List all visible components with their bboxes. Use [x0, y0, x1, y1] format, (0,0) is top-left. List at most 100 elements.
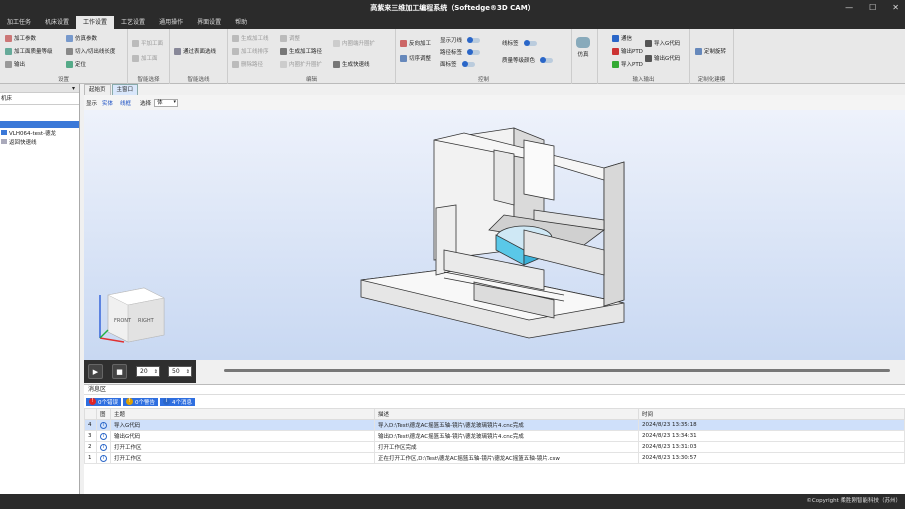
- stop-button[interactable]: ■: [112, 364, 127, 379]
- errors-filter[interactable]: ! 0个错误: [86, 397, 121, 406]
- speed-spinner[interactable]: 20: [136, 366, 160, 377]
- import-ptd-button[interactable]: 导入PTD: [612, 60, 643, 68]
- rapid-line-icon: [1, 139, 7, 144]
- group-label: 输入输出: [632, 77, 655, 83]
- machine-model: [360, 127, 625, 339]
- col-desc[interactable]: 描述: [374, 408, 639, 420]
- tree-item-machine[interactable]: VLH064-test-德龙: [0, 128, 79, 137]
- table-header: 图 主题 描述 时间: [84, 408, 905, 420]
- inner-loop-b-button[interactable]: 内圈扩升圈扩: [280, 60, 322, 68]
- simulate-icon: [576, 37, 590, 48]
- comm-button[interactable]: 通信: [612, 34, 632, 42]
- machining-params-button[interactable]: 加工参数: [5, 34, 36, 42]
- reverse-button[interactable]: 反向加工: [400, 39, 431, 47]
- show-toolline-toggle[interactable]: 显示刀线: [440, 36, 481, 44]
- sim-icon: [66, 34, 73, 42]
- table-row[interactable]: 1i 打开工作区 正在打开工作区,D:\Test\德龙AC摇篮五轴-镜片\德龙AC…: [84, 452, 905, 464]
- output-button[interactable]: 输出: [5, 60, 25, 68]
- warnings-filter[interactable]: ! 0个警告: [123, 397, 158, 406]
- info-filter[interactable]: i 4个消息: [160, 397, 195, 406]
- warning-icon: !: [126, 398, 133, 405]
- sort-line-button[interactable]: 加工线排序: [232, 47, 269, 55]
- simulate-button[interactable]: 仿真: [576, 37, 590, 58]
- wire-button[interactable]: 线框: [118, 99, 133, 107]
- view-cube[interactable]: FRONT RIGHT: [94, 280, 174, 350]
- sim-params-button[interactable]: 仿真参数: [66, 34, 97, 42]
- menu-ui[interactable]: 界面设置: [190, 16, 228, 29]
- left-panel: ▾ 机床 VLH064-test-德龙 返回快速线: [0, 84, 80, 494]
- info-icon: i: [100, 432, 107, 440]
- menu-machine[interactable]: 机床设置: [38, 16, 76, 29]
- menu-help[interactable]: 帮助: [228, 16, 254, 29]
- params-icon: [5, 34, 12, 42]
- gen-path-button[interactable]: 生成加工路径: [280, 47, 322, 55]
- path-label-toggle[interactable]: 路径标签: [440, 48, 481, 56]
- surface-line-button[interactable]: 通过表面选线: [174, 47, 216, 55]
- ribbon: 加工参数 加工面质量等级 输出 仿真参数 切入/切出线长度 定位 设置 平加工面…: [0, 29, 905, 84]
- order-icon: [400, 54, 407, 62]
- order-adjust-button[interactable]: 切序调整: [400, 54, 431, 62]
- gen-line-button[interactable]: 生成加工线: [232, 34, 269, 42]
- step-spinner[interactable]: 50: [168, 366, 192, 377]
- locate-button[interactable]: 定位: [66, 60, 86, 68]
- minimize-button[interactable]: —: [845, 0, 853, 16]
- flat-face-button[interactable]: 平加工面: [132, 39, 163, 47]
- menu-work[interactable]: 工作设置: [76, 16, 115, 29]
- group-label: 设置: [57, 77, 69, 83]
- import-gcode-button[interactable]: 导入G代码: [645, 39, 680, 47]
- playback-controls: ▶ ■ 20 50: [84, 360, 196, 383]
- face-icon: [132, 54, 139, 62]
- export-gcode-button[interactable]: 输出G代码: [645, 54, 680, 62]
- group-label: 编辑: [305, 77, 317, 83]
- tab-main[interactable]: 主窗口: [111, 84, 139, 95]
- tab-start[interactable]: 起始页: [84, 84, 111, 95]
- lead-length-button[interactable]: 切入/切出线长度: [66, 47, 115, 55]
- locate-icon: [66, 60, 73, 68]
- delete-path-button[interactable]: 删除路径: [232, 60, 263, 68]
- tree-item-rapid[interactable]: 返回快速线: [0, 137, 79, 146]
- 3d-viewport[interactable]: FRONT RIGHT: [84, 110, 905, 360]
- axis-x: [99, 337, 125, 343]
- toggle-switch: [467, 48, 481, 55]
- solid-button[interactable]: 实体: [100, 99, 115, 107]
- view-toolbar: 显示 实体 线框 选择 体: [84, 95, 905, 110]
- menu-bar: 加工任务 机床设置 工作设置 工艺设置 通用操作 界面设置 帮助: [0, 16, 905, 29]
- group-io: 通信 输出PTD 导入PTD 导入G代码 输出G代码 输入输出: [598, 29, 690, 84]
- group-label: 智能选线: [187, 77, 210, 83]
- surface-quality-button[interactable]: 加工面质量等级: [5, 47, 53, 55]
- export-ptd-button[interactable]: 输出PTD: [612, 47, 643, 55]
- progress-slider[interactable]: [224, 369, 890, 372]
- group-label: 控制: [477, 77, 489, 83]
- group-edit: 生成加工线 加工线排序 删除路径 调整 生成加工路径 生成快速线 内圈端升圈扩 …: [228, 29, 396, 84]
- line-label-toggle[interactable]: 线标签: [502, 39, 537, 47]
- gen-rapid-button[interactable]: 生成快速线: [333, 60, 370, 68]
- close-button[interactable]: ✕: [892, 0, 899, 16]
- inner-loop-a-button[interactable]: 内圈端升圈扩: [333, 39, 375, 47]
- menu-general[interactable]: 通用操作: [152, 16, 190, 29]
- quality-color-toggle[interactable]: 质量等级颜色: [502, 56, 554, 64]
- table-row[interactable]: 4i 导入G代码 导入D:\Test\德龙AC摇篮五轴-镜片\德龙玻璃镜片4.cn…: [84, 419, 905, 431]
- menu-tasks[interactable]: 加工任务: [0, 16, 38, 29]
- pin-icon[interactable]: ▾: [72, 84, 75, 93]
- adjust-button[interactable]: 调整: [280, 34, 300, 42]
- menu-process[interactable]: 工艺设置: [114, 16, 152, 29]
- maximize-button[interactable]: ☐: [869, 0, 876, 16]
- document-tabs: 起始页 主窗口: [84, 84, 139, 95]
- rapid-icon: [333, 60, 340, 68]
- play-button[interactable]: ▶: [88, 364, 103, 379]
- col-subject[interactable]: 主题: [110, 408, 375, 420]
- face-label-toggle[interactable]: 面标签: [440, 60, 475, 68]
- col-time[interactable]: 时间: [638, 408, 905, 420]
- custom-rotate-button[interactable]: 定制旋转: [695, 47, 726, 55]
- select-mode-dropdown[interactable]: 体: [154, 98, 179, 107]
- output-icon: [5, 60, 12, 68]
- table-row[interactable]: 3i 输出G代码 输出D:\Test\德龙AC摇篮五轴-镜片\德龙玻璃镜片4.cn…: [84, 430, 905, 442]
- table-row[interactable]: 2i 打开工作区 打开工作区完成 2024/8/23 13:31:03: [84, 441, 905, 453]
- col-icon[interactable]: 图: [96, 408, 111, 420]
- group-smart-select: 平加工面 加工面 智能选择: [128, 29, 170, 84]
- machine-tab[interactable]: 机床: [0, 93, 79, 105]
- title-bar: 高紫来三维加工编程系统（Softedge®3D CAM） — ☐ ✕: [0, 0, 905, 16]
- tree-root-selected[interactable]: [0, 121, 79, 128]
- comm-icon: [612, 34, 619, 42]
- machining-face-button[interactable]: 加工面: [132, 54, 158, 62]
